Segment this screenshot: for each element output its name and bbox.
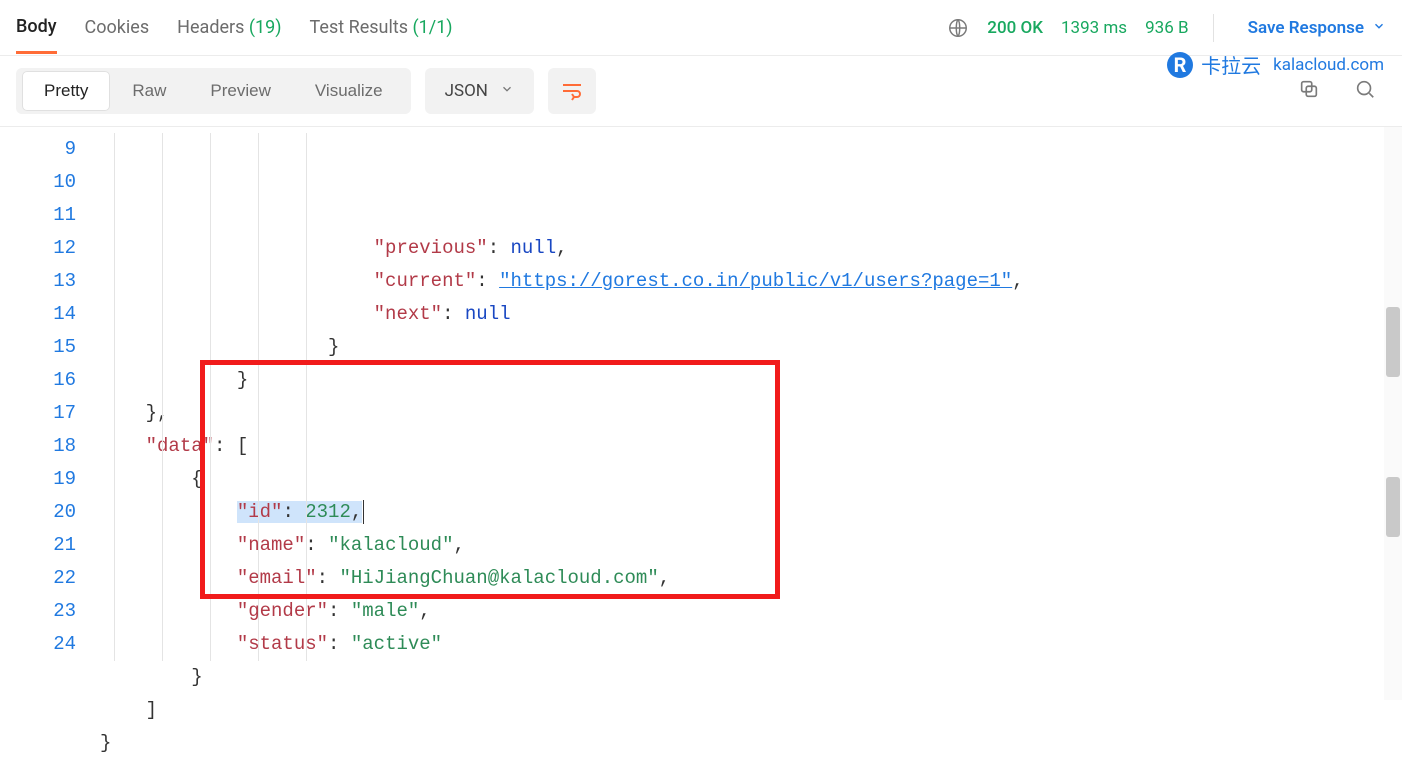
tab-tests-count: (1/1) — [412, 17, 452, 38]
brand-domain: kalacloud.com — [1273, 55, 1384, 75]
scrollbar-thumb[interactable] — [1386, 307, 1400, 377]
view-preview-button[interactable]: Preview — [188, 71, 292, 111]
response-tabbar: Body Cookies Headers (19) Test Results (… — [0, 0, 1402, 56]
format-dropdown-label: JSON — [445, 81, 488, 101]
scrollbar-track[interactable] — [1384, 127, 1402, 700]
divider — [1213, 14, 1214, 42]
tab-cookies[interactable]: Cookies — [85, 3, 150, 52]
response-body[interactable]: 9101112131415161718192021222324 "previou… — [0, 126, 1402, 700]
code-line[interactable]: } — [100, 331, 1402, 364]
view-pretty-button[interactable]: Pretty — [22, 71, 110, 111]
code-line[interactable]: "current": "https://gorest.co.in/public/… — [100, 265, 1402, 298]
save-response-button[interactable]: Save Response — [1248, 18, 1386, 38]
view-raw-button[interactable]: Raw — [110, 71, 188, 111]
code-line[interactable]: "gender": "male", — [100, 595, 1402, 628]
tab-headers-label: Headers — [177, 17, 244, 38]
code-line[interactable]: "next": null — [100, 298, 1402, 331]
code-line[interactable]: { — [100, 463, 1402, 496]
tab-body[interactable]: Body — [16, 2, 57, 54]
code-line[interactable]: "data": [ — [100, 430, 1402, 463]
code-line[interactable]: } — [100, 364, 1402, 397]
status-size: 936 B — [1145, 18, 1188, 38]
code-line[interactable]: "email": "HiJiangChuan@kalacloud.com", — [100, 562, 1402, 595]
wrap-lines-button[interactable] — [548, 68, 596, 114]
code-content[interactable]: "previous": null, "current": "https://go… — [100, 127, 1402, 700]
code-line[interactable]: "status": "active" — [100, 628, 1402, 661]
code-line[interactable]: "name": "kalacloud", — [100, 529, 1402, 562]
globe-icon[interactable] — [947, 17, 969, 39]
brand-name: 卡拉云 — [1201, 50, 1261, 79]
status-area: 200 OK 1393 ms 936 B Save Response — [947, 14, 1386, 42]
code-line[interactable]: ] — [100, 694, 1402, 727]
status-code: 200 OK — [987, 18, 1043, 38]
tab-test-results[interactable]: Test Results (1/1) — [310, 3, 453, 52]
brand-logo-icon: R — [1167, 52, 1193, 78]
tab-headers-count: (19) — [249, 17, 282, 38]
format-dropdown[interactable]: JSON — [425, 68, 534, 114]
chevron-down-icon — [1372, 18, 1386, 38]
code-line[interactable]: "id": 2312, — [100, 496, 1402, 529]
tab-tests-label: Test Results — [310, 17, 408, 38]
status-time: 1393 ms — [1061, 18, 1127, 38]
code-line[interactable]: "previous": null, — [100, 232, 1402, 265]
line-number-gutter: 9101112131415161718192021222324 — [0, 127, 100, 700]
code-line[interactable]: } — [100, 727, 1402, 760]
response-tabs: Body Cookies Headers (19) Test Results (… — [16, 2, 453, 54]
tab-headers[interactable]: Headers (19) — [177, 3, 281, 52]
chevron-down-icon — [500, 81, 514, 101]
view-mode-segment: Pretty Raw Preview Visualize — [16, 68, 411, 114]
code-line[interactable]: }, — [100, 397, 1402, 430]
view-visualize-button[interactable]: Visualize — [293, 71, 405, 111]
save-response-label: Save Response — [1248, 18, 1364, 38]
watermark: R 卡拉云 kalacloud.com — [1167, 50, 1384, 79]
code-line[interactable]: } — [100, 661, 1402, 694]
scrollbar-thumb[interactable] — [1386, 477, 1400, 537]
